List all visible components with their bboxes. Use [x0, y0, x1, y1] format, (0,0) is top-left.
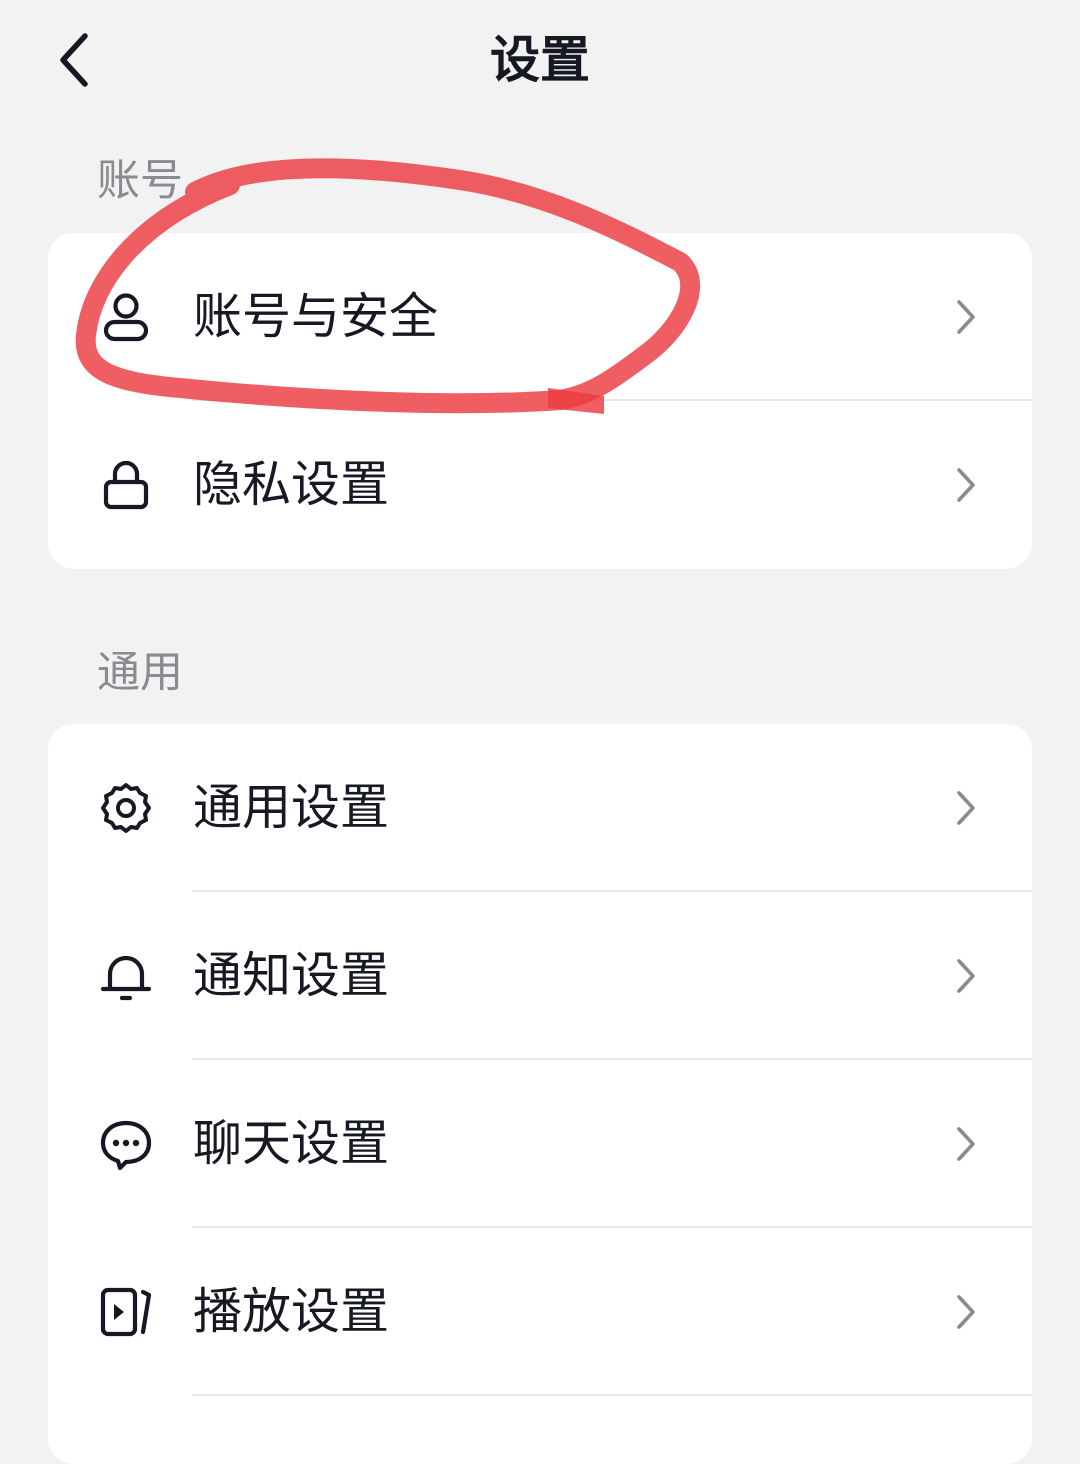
- section-label-general: 通用: [97, 648, 183, 698]
- user-icon: [98, 289, 154, 345]
- chevron-right-icon: [954, 1292, 978, 1332]
- nav-bar: 设置: [0, 0, 1080, 120]
- settings-row-notification[interactable]: 通知设置: [48, 892, 1032, 1060]
- settings-row-label: 隐私设置: [193, 456, 390, 513]
- settings-row-label: 播放设置: [193, 1283, 390, 1340]
- divider: [192, 1394, 1032, 1396]
- general-card: 通用设置 通知设置 聊天设置 播放设置: [48, 724, 1032, 1464]
- settings-row-general[interactable]: 通用设置: [48, 724, 1032, 892]
- settings-row-chat[interactable]: 聊天设置: [48, 1060, 1032, 1228]
- play-screen-icon: [98, 1284, 154, 1340]
- chevron-right-icon: [954, 788, 978, 828]
- settings-row-playback[interactable]: 播放设置: [48, 1228, 1032, 1396]
- section-label-account: 账号: [97, 156, 183, 206]
- gear-icon: [98, 780, 154, 836]
- settings-row-label: 通用设置: [193, 779, 390, 836]
- settings-row-privacy[interactable]: 隐私设置: [48, 401, 1032, 569]
- settings-row-label: 聊天设置: [193, 1115, 390, 1172]
- chevron-right-icon: [954, 465, 978, 505]
- chevron-right-icon: [954, 1124, 978, 1164]
- page-title: 设置: [490, 31, 590, 89]
- bell-icon: [98, 948, 154, 1004]
- lock-icon: [98, 457, 154, 513]
- chevron-right-icon: [954, 297, 978, 337]
- settings-row-label: 账号与安全: [193, 288, 439, 345]
- account-card: 账号与安全 隐私设置: [48, 233, 1032, 569]
- chat-bubble-icon: [98, 1116, 154, 1172]
- settings-row-account-security[interactable]: 账号与安全: [48, 233, 1032, 401]
- chevron-right-icon: [954, 956, 978, 996]
- settings-row-label: 通知设置: [193, 947, 390, 1004]
